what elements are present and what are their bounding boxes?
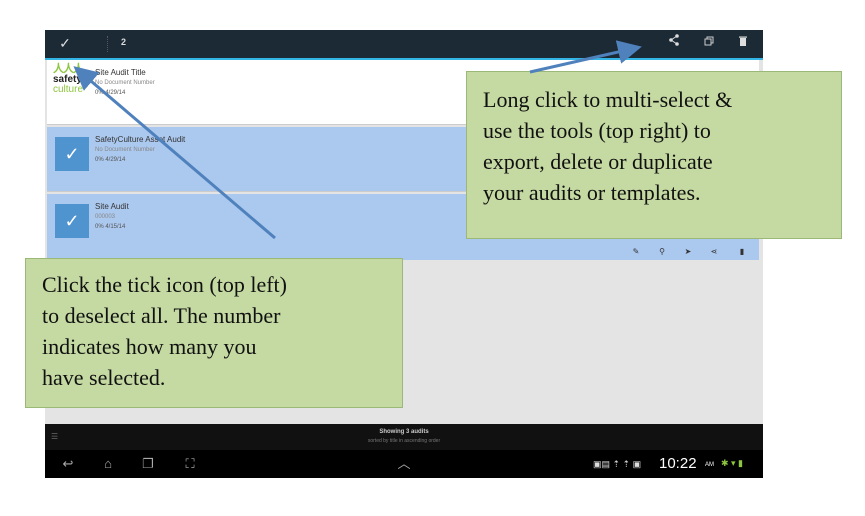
delete-icon[interactable]: ▮ [735,246,749,258]
audit-subtitle: No Document Number [95,147,155,153]
callout-line: Click the tick icon (top left) [42,272,287,297]
audit-subtitle: No Document Number [95,80,155,86]
callout-deselect: Click the tick icon (top left) to desele… [25,258,403,408]
clock: 10:22 [659,455,697,472]
edit-icon[interactable]: ✎ [629,246,643,258]
clock-ampm: AM [705,462,714,468]
home-icon[interactable]: ⌂ [97,455,119,473]
screenshot-icon[interactable]: ⛶ [179,455,201,473]
status-subtitle: sorted by title in ascending order [367,438,441,444]
audit-title: Site Audit [95,202,129,211]
callout-line: have selected. [42,365,166,390]
list-status-bar: ☰ Showing 3 audits sorted by title in as… [45,424,763,450]
callout-line: your audits or templates. [483,180,701,205]
logo-line2: culture [53,84,84,95]
callout-line: Long click to multi-select & [483,87,733,112]
search-icon[interactable]: ⚲ [655,246,669,258]
safetyculture-logo: ⼈⼈⼈ safety culture [53,64,97,106]
status-title: Showing 3 audits [379,429,429,435]
send-icon[interactable]: ➤ [681,246,695,258]
recent-apps-icon[interactable]: ❐ [137,455,159,473]
audit-title: Site Audit Title [95,68,146,77]
system-nav-bar: ↩ ⌂ ❐ ⛶ ︿ ▣▤ ⇡ ⇡ ▣ 10:22 AM ✱ ▾ ▮ [45,450,763,478]
action-bar-divider [107,36,109,52]
callout-line: use the tools (top right) to [483,118,711,143]
audit-meta: 0% 4/29/14 [95,90,126,96]
audit-meta: 0% 4/29/14 [95,157,126,163]
callout-multi-select: Long click to multi-select & use the too… [466,71,842,239]
callout-line: indicates how many you [42,334,257,359]
chevron-up-icon[interactable]: ︿ [393,455,415,473]
share-icon[interactable] [665,34,683,52]
selected-check-icon[interactable]: ✓ [55,204,89,238]
selected-check-icon[interactable]: ✓ [55,137,89,171]
audit-subtitle: 000003 [95,214,116,220]
audit-meta: 0% 4/15/14 [95,224,126,230]
callout-line: export, delete or duplicate [483,149,713,174]
back-icon[interactable]: ↩ [57,455,79,473]
delete-icon[interactable] [734,34,752,52]
copy-icon[interactable] [700,34,718,52]
audit-title: SafetyCulture Asset Audit [95,135,186,144]
callout-line: to deselect all. The number [42,303,281,328]
selected-count: 2 [121,37,127,47]
notification-icons[interactable]: ▣▤ ⇡ ⇡ ▣ [593,459,641,470]
share-icon[interactable]: ⋖ [707,246,721,258]
check-icon[interactable]: ✓ [55,33,75,53]
signal-battery-icon: ✱ ▾ ▮ [721,458,744,468]
action-bar: ✓ 2 [45,30,763,60]
